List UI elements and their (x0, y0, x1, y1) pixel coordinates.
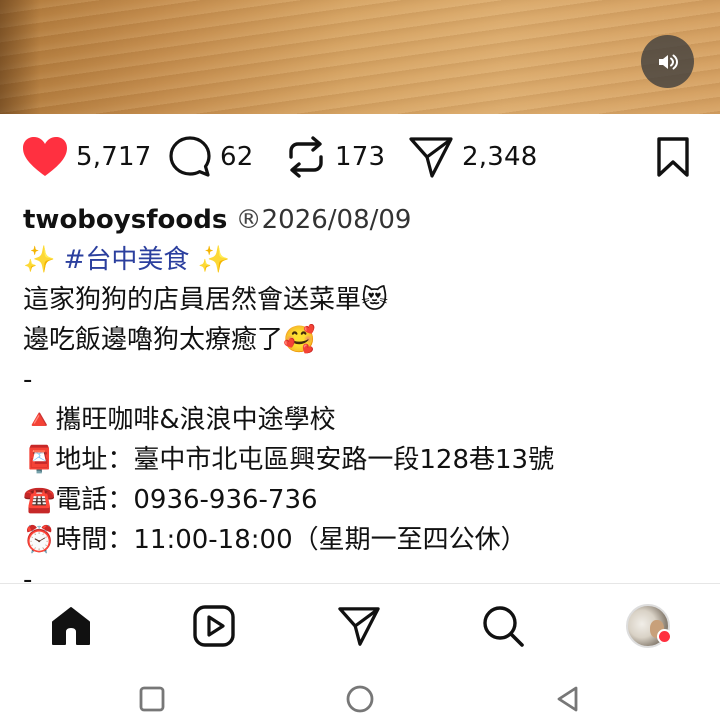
alarm-clock-icon: ⏰ (23, 525, 56, 555)
phone-text: 電話：0936-936-736 (55, 485, 318, 515)
send-icon (409, 137, 453, 178)
nav-reels[interactable] (190, 602, 238, 650)
square-icon (139, 686, 165, 712)
post-media[interactable] (0, 0, 720, 114)
like-button[interactable]: 5,717 (22, 134, 151, 180)
comment-button[interactable]: 62 (168, 134, 253, 180)
phone-line: ☎️電話：0936-936-736 (23, 480, 703, 520)
comment-count: 62 (220, 142, 254, 172)
post-caption: twoboysfoods ®2026/08/09 ✨ #台中美食 ✨ 這家狗狗的… (23, 200, 703, 600)
mute-button[interactable] (641, 35, 694, 88)
hours-line: ⏰時間：11:00-18:00（星期一至四公休） (23, 520, 703, 560)
sparkles-emoji: ✨ (189, 245, 231, 275)
reels-icon (193, 605, 235, 647)
circle-icon (346, 685, 374, 713)
speaker-icon (658, 54, 678, 69)
home-icon (52, 607, 90, 645)
nav-profile[interactable] (624, 602, 672, 650)
post-actions: 5,717 62 173 2,348 (0, 134, 720, 180)
address-line: 📮地址：臺中市北屯區興安路一段128巷13號 (23, 440, 703, 480)
like-count: 5,717 (76, 142, 152, 172)
caption-line-2: 邊吃飯邊嚕狗太療癒了🥰 (23, 325, 316, 355)
search-icon (483, 606, 524, 647)
share-button[interactable]: 2,348 (408, 134, 537, 180)
repost-count: 173 (335, 142, 386, 172)
registered-mark: ® (235, 205, 262, 235)
nav-home[interactable] (47, 602, 95, 650)
repost-icon (289, 136, 323, 178)
postbox-icon: 📮 (23, 445, 56, 475)
recents-button[interactable] (132, 679, 172, 719)
hashtag-line: ✨ #台中美食 ✨ (23, 240, 703, 280)
comment-icon (169, 136, 211, 177)
nav-search[interactable] (479, 602, 527, 650)
system-nav (0, 667, 720, 720)
store-name: 攜旺咖啡&浪浪中途學校 (55, 405, 336, 435)
notification-dot (657, 629, 672, 644)
sparkles-emoji: ✨ (23, 245, 64, 275)
heart-icon (23, 137, 67, 176)
triangle-back-icon (557, 686, 578, 712)
home-system-button[interactable] (340, 679, 380, 719)
post-date: 2026/08/09 (261, 205, 412, 235)
save-button[interactable] (655, 134, 691, 180)
telephone-icon: ☎️ (23, 485, 56, 515)
store-line: 🔺攜旺咖啡&浪浪中途學校 (23, 400, 703, 440)
caption-separator: - (23, 365, 33, 395)
repost-button[interactable]: 173 (285, 134, 385, 180)
caption-line-1: 這家狗狗的店員居然會送菜單😻 (23, 285, 389, 315)
hashtag-link[interactable]: #台中美食 (64, 245, 190, 275)
bottom-nav (0, 583, 720, 668)
share-count: 2,348 (462, 142, 538, 172)
bookmark-icon (657, 137, 689, 177)
avatar (626, 604, 672, 648)
back-button[interactable] (548, 679, 588, 719)
media-shadow (0, 0, 40, 114)
address-text: 地址：臺中市北屯區興安路一段128巷13號 (55, 445, 555, 475)
nav-messages[interactable] (335, 602, 383, 650)
username[interactable]: twoboysfoods (23, 205, 227, 235)
triangle-icon: 🔺 (23, 405, 56, 435)
hours-text: 時間：11:00-18:00（星期一至四公休） (55, 525, 527, 555)
send-icon (338, 607, 380, 646)
caption-header: twoboysfoods ®2026/08/09 (23, 200, 703, 240)
